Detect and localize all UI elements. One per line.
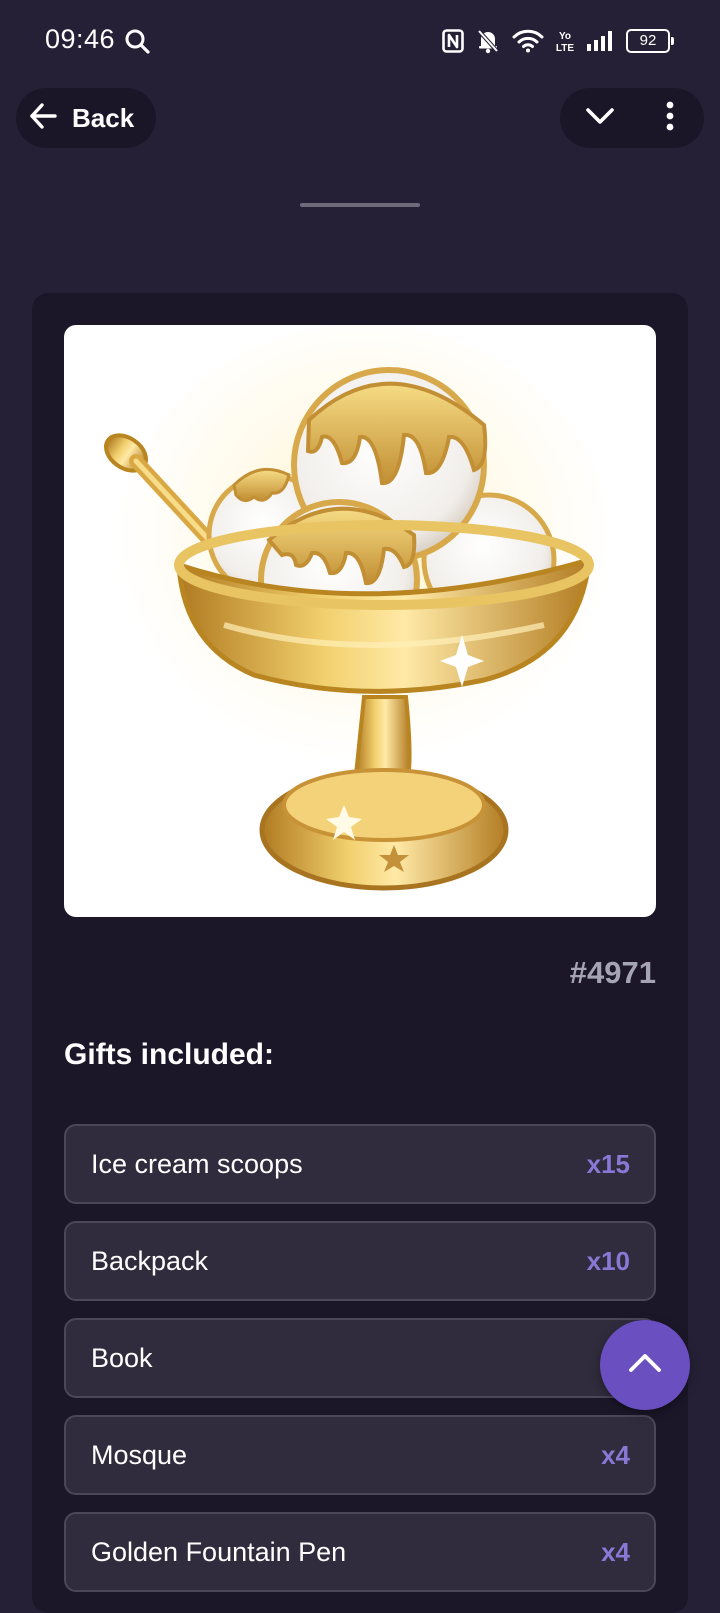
header-actions xyxy=(560,88,704,148)
gift-list-item[interactable]: Backpack x10 xyxy=(64,1221,656,1301)
gift-item-name: Backpack xyxy=(91,1246,209,1276)
signal-icon xyxy=(586,30,614,52)
svg-text:Yo: Yo xyxy=(559,31,571,42)
status-time: 09:46 xyxy=(45,24,116,54)
nfc-icon xyxy=(442,29,464,53)
scroll-to-top-button[interactable] xyxy=(600,1320,690,1410)
gift-item-quantity: x10 xyxy=(586,1246,630,1276)
menu-button[interactable] xyxy=(652,88,688,148)
status-bar: 09:46 Yo LTE 92 xyxy=(0,0,720,84)
back-label: Back xyxy=(72,102,135,133)
status-icons: Yo LTE 92 xyxy=(442,26,674,56)
back-button[interactable]: Back xyxy=(16,88,156,148)
drag-handle[interactable] xyxy=(300,203,420,207)
svg-text:LTE: LTE xyxy=(556,43,574,53)
gift-list-item[interactable]: Ice cream scoops x15 xyxy=(64,1124,656,1204)
collapse-button[interactable] xyxy=(576,88,624,148)
gift-item-name: Golden Fountain Pen xyxy=(91,1537,347,1567)
gift-card: #4971 Gifts included: Ice cream scoops x… xyxy=(32,293,688,1613)
wifi-icon xyxy=(512,29,544,53)
chevron-down-icon xyxy=(585,106,615,131)
gift-item-name: Mosque xyxy=(91,1440,188,1470)
more-vertical-icon xyxy=(665,101,675,136)
search-icon xyxy=(124,28,150,54)
gift-item-name: Ice cream scoops xyxy=(91,1149,303,1179)
bell-muted-icon xyxy=(476,28,500,54)
gift-item-name: Book xyxy=(91,1343,153,1373)
gift-item-quantity: x4 xyxy=(601,1440,630,1470)
gift-list-item[interactable]: Mosque x4 xyxy=(64,1415,656,1495)
gift-number: #4971 xyxy=(569,955,656,990)
gift-image xyxy=(64,325,656,917)
chevron-up-icon xyxy=(628,1352,662,1379)
gifts-included-heading: Gifts included: xyxy=(64,1038,274,1071)
gift-item-quantity: x15 xyxy=(586,1149,630,1179)
gift-list-item[interactable]: Golden Fountain Pen x4 xyxy=(64,1512,656,1592)
gift-item-quantity: x4 xyxy=(601,1537,630,1567)
gifts-included-list: Ice cream scoops x15 Backpack x10 Book M… xyxy=(64,1124,656,1609)
ice-cream-sundae-icon xyxy=(104,325,614,891)
volte-icon: Yo LTE xyxy=(556,29,574,53)
battery-icon: 92 xyxy=(626,29,674,53)
arrow-left-icon xyxy=(28,101,58,136)
gift-list-item[interactable]: Book xyxy=(64,1318,656,1398)
